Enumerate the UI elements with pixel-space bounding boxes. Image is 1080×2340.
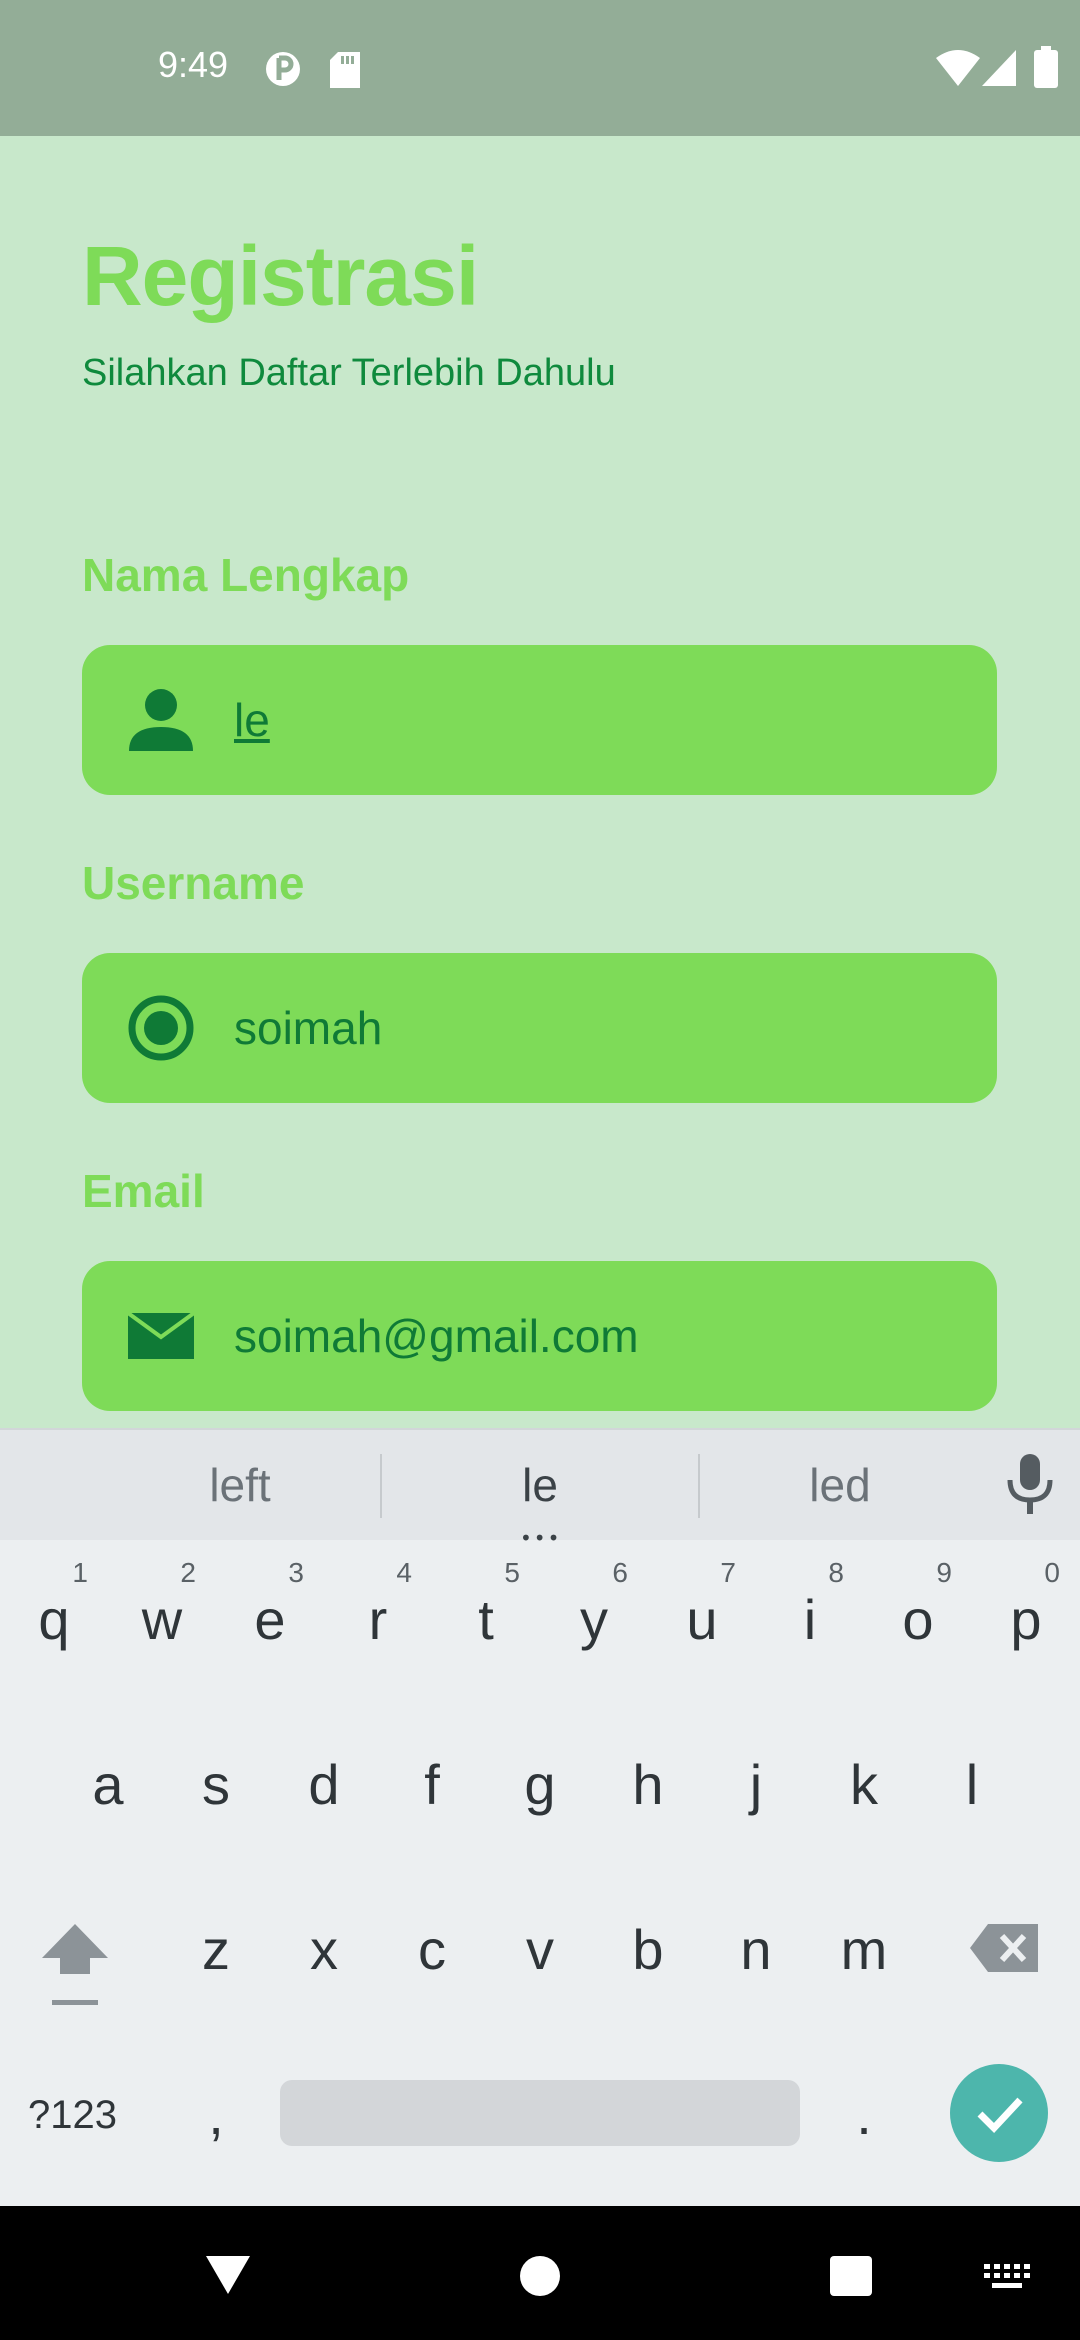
key-k[interactable]: k bbox=[810, 1710, 918, 1860]
key-hint: 9 bbox=[936, 1557, 952, 1588]
key-z[interactable]: z bbox=[162, 1875, 270, 2025]
key-m[interactable]: m bbox=[810, 1875, 918, 2025]
home-icon[interactable] bbox=[518, 2254, 562, 2298]
person-icon bbox=[129, 689, 193, 751]
key-hint: 6 bbox=[612, 1557, 628, 1588]
navigation-bar bbox=[0, 2206, 1080, 2340]
key-label: u bbox=[686, 1588, 718, 1651]
key-label: t bbox=[478, 1588, 494, 1651]
key-i[interactable]: 8i bbox=[756, 1545, 864, 1695]
key-h[interactable]: h bbox=[594, 1710, 702, 1860]
email-field[interactable]: soimah@gmail.com bbox=[82, 1261, 997, 1411]
key-label: o bbox=[902, 1588, 934, 1651]
key-n[interactable]: n bbox=[702, 1875, 810, 2025]
username-label: Username bbox=[82, 857, 305, 909]
key-label: w bbox=[141, 1588, 183, 1651]
key-c[interactable]: c bbox=[378, 1875, 486, 2025]
email-label: Email bbox=[82, 1165, 205, 1217]
comma-key[interactable]: , bbox=[162, 2040, 270, 2190]
signal-icon bbox=[982, 50, 1016, 86]
suggestion-middle[interactable]: le bbox=[390, 1430, 690, 1540]
key-j[interactable]: j bbox=[702, 1710, 810, 1860]
key-w[interactable]: 2w bbox=[108, 1545, 216, 1695]
key-q[interactable]: 1q bbox=[0, 1545, 108, 1695]
key-hint: 7 bbox=[720, 1557, 736, 1588]
space-key[interactable] bbox=[280, 2080, 800, 2146]
wifi-icon bbox=[936, 50, 980, 86]
period-key[interactable]: . bbox=[810, 2040, 918, 2190]
key-label: q bbox=[38, 1588, 70, 1651]
key-label: r bbox=[368, 1588, 388, 1651]
full-name-label: Nama Lengkap bbox=[82, 549, 410, 601]
recents-icon[interactable] bbox=[830, 2256, 872, 2296]
symbols-key[interactable]: ?123 bbox=[28, 2060, 138, 2170]
suggestion-bar: left le ••• led bbox=[0, 1428, 1080, 1550]
key-t[interactable]: 5t bbox=[432, 1545, 540, 1695]
key-r[interactable]: 4r bbox=[324, 1545, 432, 1695]
check-icon bbox=[977, 2097, 1023, 2134]
radio-button-icon bbox=[128, 995, 194, 1061]
username-value[interactable]: soimah bbox=[234, 953, 382, 1103]
key-v[interactable]: v bbox=[486, 1875, 594, 2025]
page-subtitle: Silahkan Daftar Terlebih Dahulu bbox=[82, 352, 616, 394]
microphone-icon[interactable] bbox=[1004, 1452, 1056, 1516]
suggestion-left[interactable]: left bbox=[90, 1430, 390, 1540]
key-hint: 1 bbox=[72, 1557, 88, 1588]
key-u[interactable]: 7u bbox=[648, 1545, 756, 1695]
key-hint: 0 bbox=[1044, 1557, 1060, 1588]
key-p[interactable]: 0p bbox=[972, 1545, 1080, 1695]
keyboard-switch-icon[interactable] bbox=[984, 2264, 1030, 2290]
key-o[interactable]: 9o bbox=[864, 1545, 972, 1695]
sd-card-icon bbox=[330, 52, 360, 88]
full-name-field[interactable]: le bbox=[82, 645, 997, 795]
key-label: e bbox=[254, 1588, 286, 1651]
key-hint: 3 bbox=[288, 1557, 304, 1588]
key-s[interactable]: s bbox=[162, 1710, 270, 1860]
key-l[interactable]: l bbox=[918, 1710, 1026, 1860]
suggestion-right[interactable]: led bbox=[690, 1430, 990, 1540]
status-bar: 9:49 bbox=[0, 0, 1080, 136]
key-hint: 4 bbox=[396, 1557, 412, 1588]
data-saver-icon bbox=[266, 52, 300, 86]
key-hint: 5 bbox=[504, 1557, 520, 1588]
key-f[interactable]: f bbox=[378, 1710, 486, 1860]
key-x[interactable]: x bbox=[270, 1875, 378, 2025]
key-hint: 8 bbox=[828, 1557, 844, 1588]
page-title: Registrasi bbox=[82, 229, 479, 323]
key-e[interactable]: 3e bbox=[216, 1545, 324, 1695]
enter-key[interactable] bbox=[950, 2064, 1048, 2162]
email-value[interactable]: soimah@gmail.com bbox=[234, 1261, 639, 1411]
key-hint: 2 bbox=[180, 1557, 196, 1588]
key-label: i bbox=[803, 1588, 817, 1651]
key-y[interactable]: 6y bbox=[540, 1545, 648, 1695]
key-d[interactable]: d bbox=[270, 1710, 378, 1860]
key-g[interactable]: g bbox=[486, 1710, 594, 1860]
full-name-value[interactable]: le bbox=[234, 645, 270, 795]
status-time: 9:49 bbox=[158, 44, 229, 85]
battery-icon bbox=[1034, 46, 1058, 88]
username-field[interactable]: soimah bbox=[82, 953, 997, 1103]
back-icon[interactable] bbox=[204, 2252, 252, 2296]
backspace-icon[interactable] bbox=[968, 1920, 1042, 1976]
key-label: p bbox=[1010, 1588, 1042, 1651]
shift-icon[interactable] bbox=[38, 1918, 112, 2008]
key-label: y bbox=[580, 1588, 608, 1651]
mail-icon bbox=[126, 1311, 196, 1359]
key-b[interactable]: b bbox=[594, 1875, 702, 2025]
key-a[interactable]: a bbox=[54, 1710, 162, 1860]
